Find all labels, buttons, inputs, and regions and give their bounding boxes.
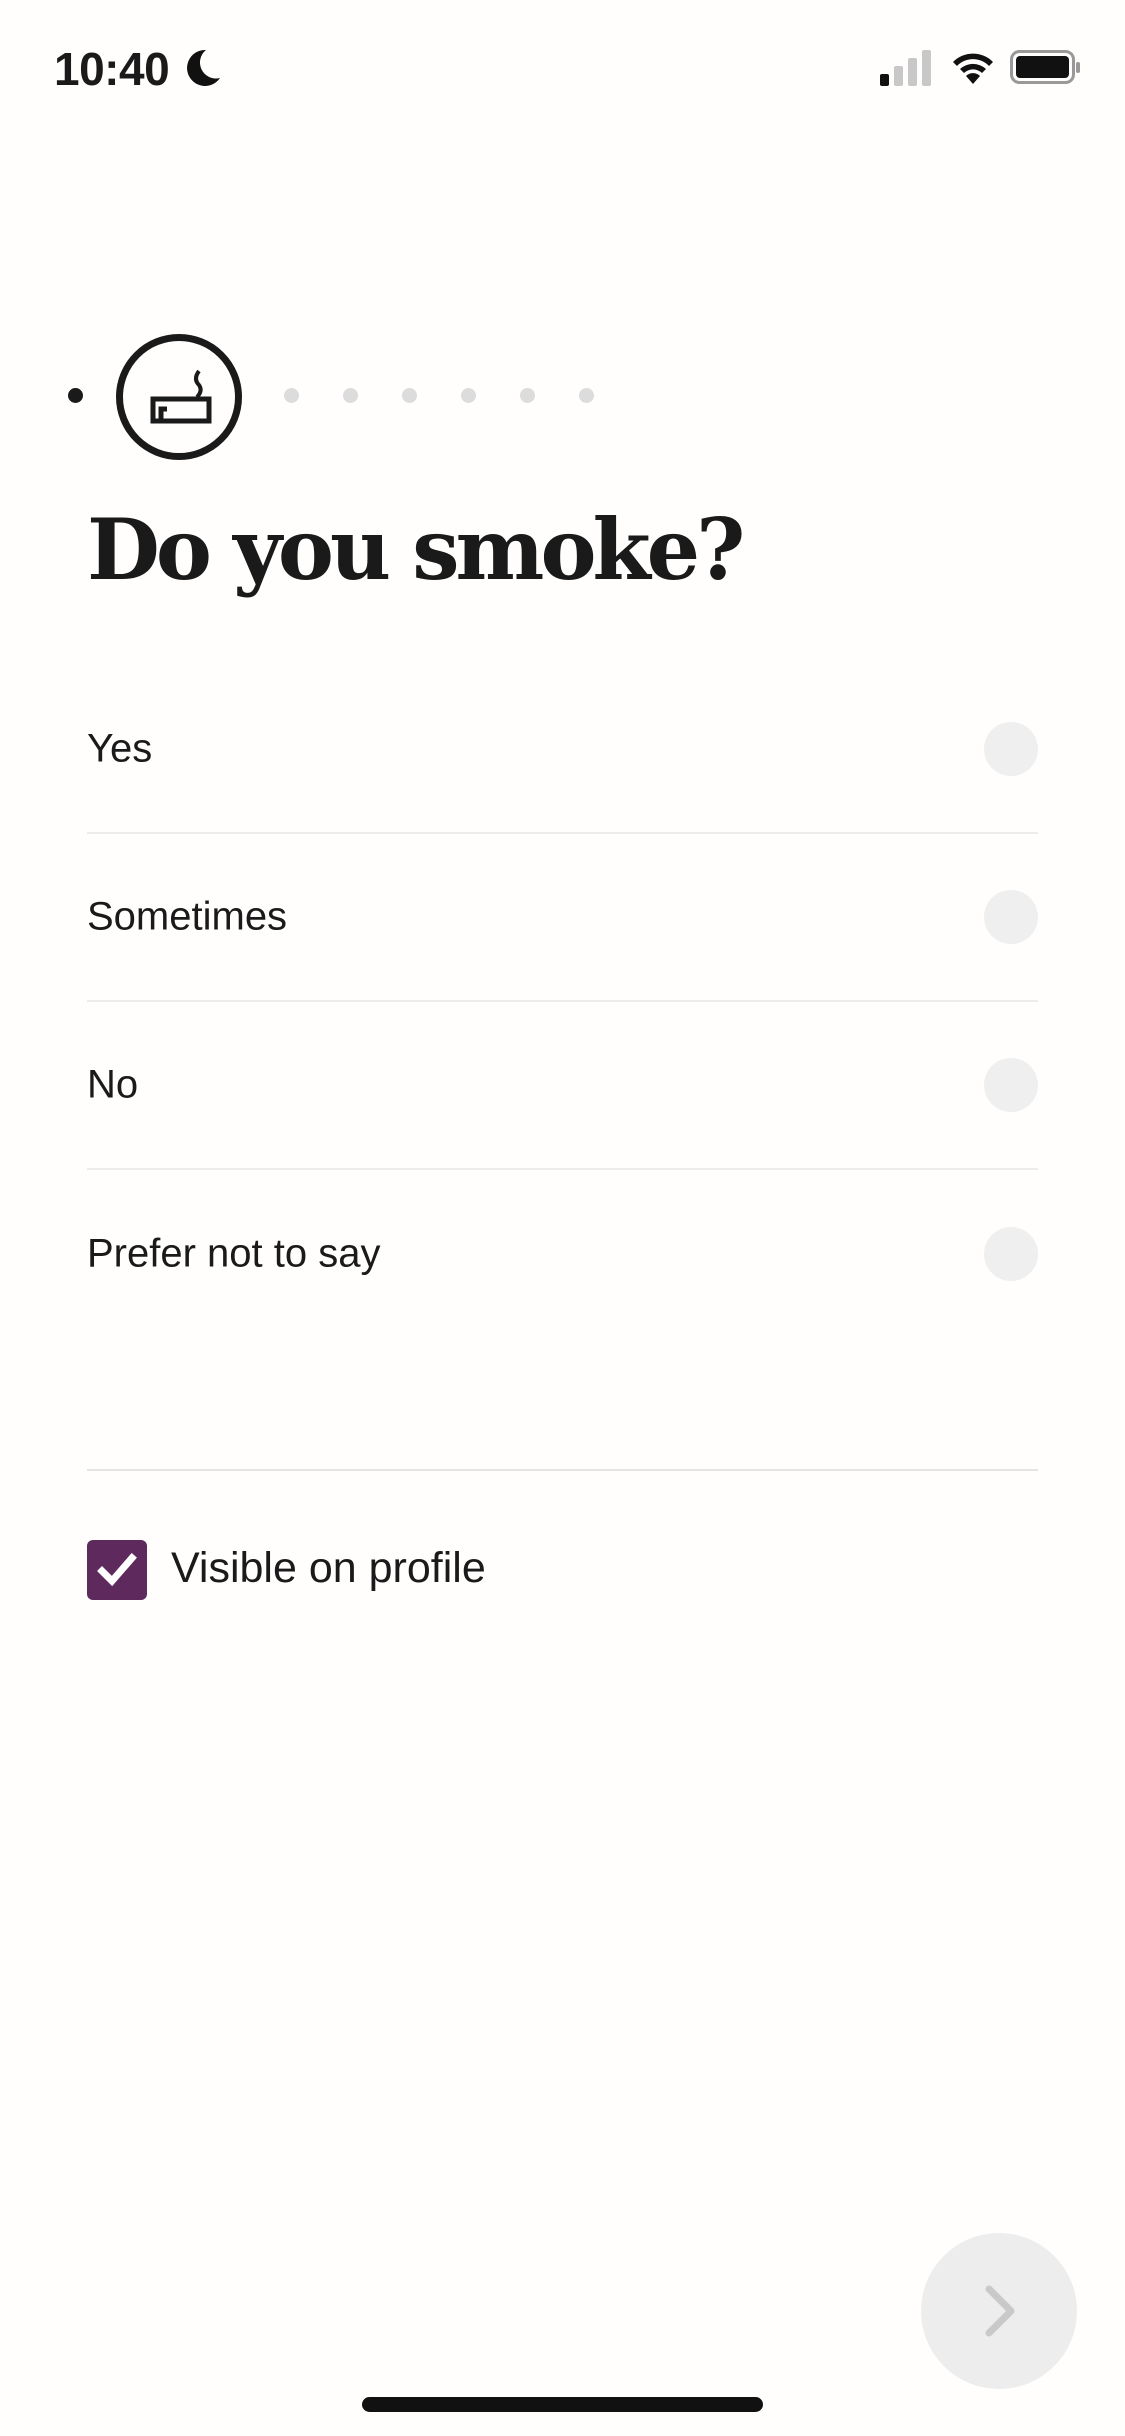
radio-button[interactable]	[984, 1227, 1038, 1281]
radio-button[interactable]	[984, 1058, 1038, 1112]
battery-icon	[1010, 50, 1080, 84]
radio-button[interactable]	[984, 722, 1038, 776]
progress-dot	[579, 388, 594, 403]
divider	[87, 1469, 1038, 1471]
progress-dot-completed	[68, 388, 83, 403]
progress-dot	[461, 388, 476, 403]
option-sometimes[interactable]: Sometimes	[87, 834, 1038, 1002]
option-label: Prefer not to say	[87, 1231, 381, 1276]
page-title: Do you smoke?	[87, 500, 745, 599]
chevron-right-icon	[985, 2285, 1015, 2337]
moon-icon	[187, 49, 220, 86]
progress-dot	[284, 388, 299, 403]
checkmark-icon	[97, 1553, 137, 1587]
status-time: 10:40	[54, 43, 170, 95]
cigarette-icon	[150, 369, 212, 424]
visible-on-profile-checkbox[interactable]	[87, 1540, 147, 1600]
option-prefer-not-to-say[interactable]: Prefer not to say	[87, 1170, 1038, 1338]
wifi-icon	[953, 53, 993, 84]
progress-dot	[402, 388, 417, 403]
option-label: No	[87, 1062, 139, 1107]
home-indicator	[362, 2397, 763, 2412]
option-no[interactable]: No	[87, 1002, 1038, 1170]
progress-dot	[520, 388, 535, 403]
option-yes[interactable]: Yes	[87, 666, 1038, 834]
option-label: Yes	[87, 726, 153, 771]
progress-indicator	[68, 334, 628, 460]
progress-dot	[343, 388, 358, 403]
next-button[interactable]	[921, 2233, 1077, 2389]
radio-button[interactable]	[984, 890, 1038, 944]
progress-current-step	[116, 334, 242, 460]
option-label: Sometimes	[87, 894, 288, 939]
visible-on-profile-label[interactable]: Visible on profile	[171, 1544, 486, 1593]
cellular-signal-icon	[880, 50, 931, 86]
